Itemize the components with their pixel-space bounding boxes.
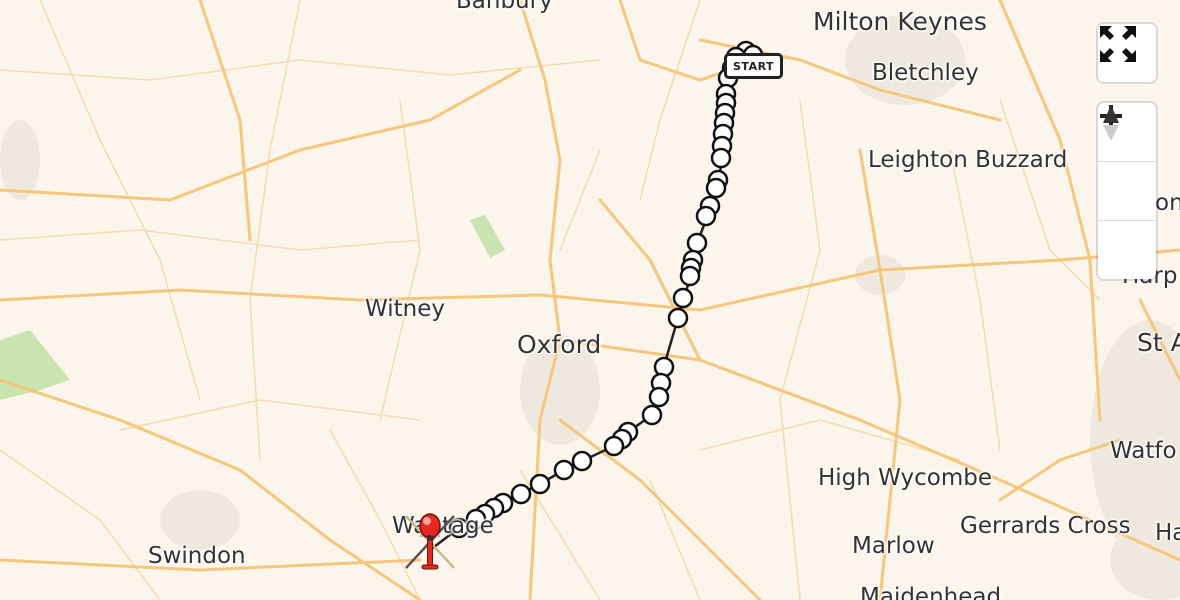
place-label-bletchley: Bletchley	[872, 60, 979, 86]
fullscreen-control	[1098, 24, 1156, 82]
helicopter-icon	[405, 513, 455, 570]
place-label-st-albans: St A	[1137, 328, 1180, 357]
place-label-banbury: Banbury	[456, 0, 553, 14]
place-label-watford: Watfo	[1110, 438, 1177, 464]
fullscreen-button[interactable]	[1098, 24, 1156, 82]
reset-north-button[interactable]	[1098, 105, 1156, 279]
zoom-control	[1098, 103, 1156, 279]
start-badge[interactable]: START	[724, 53, 784, 79]
place-label-maidenhead: Maidenhead	[860, 584, 1002, 600]
place-label-high-wycombe: High Wycombe	[818, 465, 992, 491]
place-label-marlow: Marlow	[852, 533, 935, 559]
destination-marker[interactable]	[402, 510, 458, 576]
place-label-swindon: Swindon	[148, 543, 246, 569]
place-label-harrow: Ha	[1155, 520, 1180, 546]
zoom-out-button[interactable]	[1098, 114, 1156, 221]
start-badge-label: START	[733, 59, 775, 73]
place-label-gerrards-cross: Gerrards Cross	[960, 513, 1131, 539]
place-label-leighton-buzzard: Leighton Buzzard	[868, 147, 1068, 173]
place-label-witney: Witney	[365, 296, 445, 322]
map-canvas[interactable]: Banbury Milton Keynes Bletchley Leighton…	[0, 0, 1180, 600]
route-waypoints	[448, 40, 764, 539]
compass-icon	[1103, 105, 1119, 141]
fullscreen-icon	[1100, 26, 1136, 62]
place-label-milton-keynes: Milton Keynes	[813, 7, 987, 36]
place-label-dunstable: on	[1155, 190, 1180, 216]
place-label-oxford: Oxford	[517, 330, 602, 359]
map-background	[0, 0, 1180, 600]
